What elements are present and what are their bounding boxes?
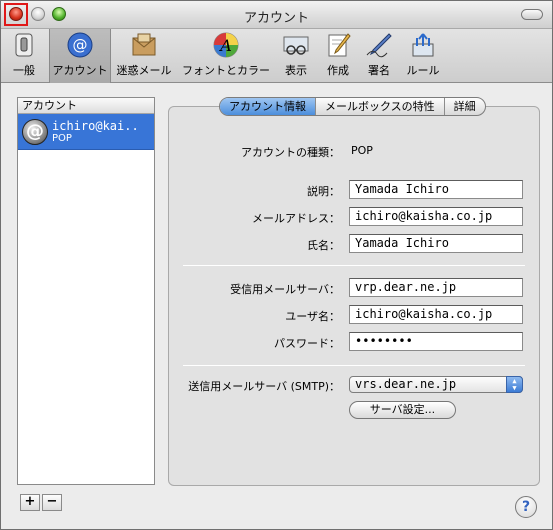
fullname-label: 氏名： bbox=[307, 239, 340, 252]
title-bar[interactable]: アカウント bbox=[1, 1, 552, 29]
toolbar-label: ルール bbox=[406, 64, 440, 77]
toolbar-label: 迷惑メール bbox=[116, 64, 172, 77]
toolbar-item-view[interactable]: 表示 bbox=[281, 31, 311, 81]
toolbar-label: アカウント bbox=[52, 64, 108, 77]
popup-arrows-icon: ▲ ▼ bbox=[506, 376, 523, 393]
toolbar-item-signatures[interactable]: 署名 bbox=[363, 31, 395, 81]
toolbar-item-general[interactable]: 一般 bbox=[7, 31, 41, 81]
account-type-label: アカウントの種類： bbox=[241, 146, 340, 159]
junk-mail-icon bbox=[129, 31, 159, 59]
toolbar-label: 一般 bbox=[13, 64, 35, 77]
toolbar-item-accounts[interactable]: @ アカウント bbox=[49, 29, 111, 83]
server-settings-button[interactable]: サーバ設定... bbox=[349, 401, 456, 419]
toolbar-label: 署名 bbox=[368, 64, 390, 77]
accounts-list-header: アカウント bbox=[18, 98, 154, 114]
username-label: ユーザ名： bbox=[285, 310, 340, 323]
rules-icon bbox=[408, 31, 438, 59]
general-switch-icon bbox=[9, 31, 39, 59]
separator bbox=[183, 265, 525, 266]
toolbar-item-compose[interactable]: 作成 bbox=[323, 31, 353, 81]
tab-bar: アカウント情報 メールボックスの特性 詳細 bbox=[219, 97, 486, 116]
at-sign-icon: @ bbox=[22, 118, 48, 145]
toolbar-toggle-button[interactable] bbox=[521, 9, 543, 20]
tab-account-info[interactable]: アカウント情報 bbox=[220, 98, 316, 115]
separator bbox=[183, 365, 525, 366]
smtp-server-value: vrs.dear.ne.jp bbox=[355, 377, 457, 391]
account-name: ichiro@kai.. bbox=[52, 118, 139, 133]
account-type-value: POP bbox=[351, 144, 373, 157]
svg-text:A: A bbox=[218, 36, 232, 55]
at-sign-icon: @ bbox=[65, 31, 95, 59]
incoming-server-label: 受信用メールサーバ： bbox=[230, 283, 340, 296]
remove-account-button[interactable]: − bbox=[42, 494, 62, 511]
compose-icon bbox=[323, 31, 353, 59]
smtp-server-label: 送信用メールサーバ (SMTP)： bbox=[188, 380, 340, 393]
toolbar: 一般 @ アカウント 迷惑メール A フォントとカラー 表示 作成 署名 ルール bbox=[1, 29, 552, 83]
toolbar-label: 作成 bbox=[327, 64, 349, 77]
password-field[interactable]: •••••••• bbox=[349, 332, 523, 351]
toolbar-item-rules[interactable]: ルール bbox=[405, 31, 441, 81]
help-button[interactable]: ? bbox=[515, 496, 537, 518]
password-label: パスワード： bbox=[274, 337, 340, 350]
description-field[interactable]: Yamada Ichiro bbox=[349, 180, 523, 199]
add-account-button[interactable]: + bbox=[20, 494, 40, 511]
smtp-server-popup[interactable]: vrs.dear.ne.jp ▲ ▼ bbox=[349, 376, 523, 393]
font-color-icon: A bbox=[211, 31, 241, 59]
account-row[interactable]: @ ichiro@kai.. POP bbox=[18, 114, 154, 150]
account-type: POP bbox=[52, 132, 72, 144]
tab-advanced[interactable]: 詳細 bbox=[445, 98, 485, 115]
toolbar-label: 表示 bbox=[285, 64, 307, 77]
email-label: メールアドレス： bbox=[252, 212, 340, 225]
description-label: 説明： bbox=[307, 185, 340, 198]
window-title: アカウント bbox=[243, 11, 309, 26]
view-glasses-icon bbox=[281, 31, 311, 59]
preferences-window: アカウント 一般 @ アカウント 迷惑メール A フォントとカラー 表示 作成 … bbox=[0, 0, 553, 530]
signature-pen-icon bbox=[364, 31, 394, 59]
email-field[interactable]: ichiro@kaisha.co.jp bbox=[349, 207, 523, 226]
toolbar-item-fonts-colors[interactable]: A フォントとカラー bbox=[181, 31, 271, 81]
username-field[interactable]: ichiro@kaisha.co.jp bbox=[349, 305, 523, 324]
toolbar-item-junk-mail[interactable]: 迷惑メール bbox=[115, 31, 173, 81]
toolbar-label: フォントとカラー bbox=[182, 64, 270, 77]
fullname-field[interactable]: Yamada Ichiro bbox=[349, 234, 523, 253]
incoming-server-field[interactable]: vrp.dear.ne.jp bbox=[349, 278, 523, 297]
tab-mailbox-behaviors[interactable]: メールボックスの特性 bbox=[316, 98, 445, 115]
svg-text:@: @ bbox=[73, 36, 88, 54]
accounts-list[interactable]: アカウント @ ichiro@kai.. POP bbox=[17, 97, 155, 485]
